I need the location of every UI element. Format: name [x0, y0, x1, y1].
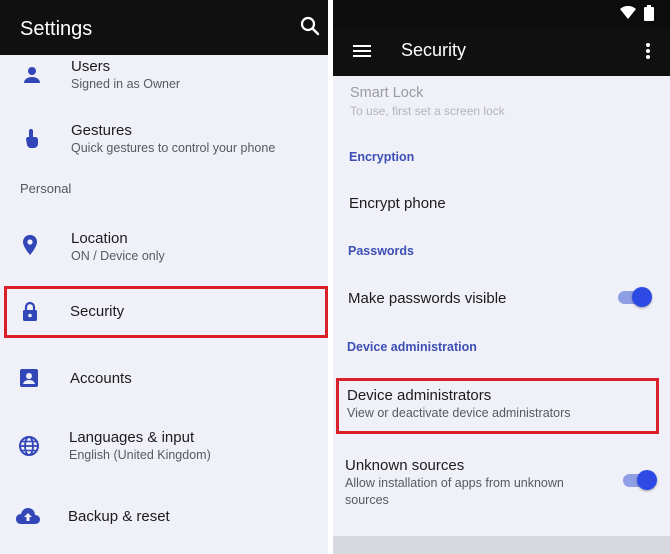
settings-item-title: Encrypt phone	[349, 195, 446, 212]
settings-item-subtitle: Quick gestures to control your phone	[71, 141, 276, 155]
bottom-divider	[333, 536, 670, 554]
settings-item-accounts[interactable]: Accounts	[0, 356, 328, 400]
security-panel: Security Smart Lock To use, first set a …	[333, 0, 670, 554]
account-box-icon	[17, 366, 41, 390]
wifi-icon	[620, 5, 636, 25]
more-vert-icon[interactable]	[644, 40, 652, 62]
toggle-thumb	[632, 287, 652, 307]
settings-item-subtitle: Signed in as Owner	[71, 77, 181, 91]
settings-item-device-administrators[interactable]: Device administrators View or deactivate…	[333, 381, 670, 433]
settings-item-title: Device administrators	[347, 387, 492, 404]
settings-item-title: Accounts	[70, 370, 132, 387]
settings-item-subtitle: English (United Kingdom)	[69, 448, 211, 462]
globe-icon	[17, 434, 41, 458]
category-header-encryption: Encryption	[349, 150, 415, 164]
settings-item-encrypt-phone[interactable]: Encrypt phone	[333, 184, 670, 224]
settings-item-title: Security	[70, 303, 125, 320]
category-header-device-administration: Device administration	[347, 340, 477, 354]
settings-item-security[interactable]: Security	[0, 288, 328, 336]
battery-icon	[644, 5, 654, 26]
toggle-thumb	[637, 470, 657, 490]
person-icon	[20, 63, 44, 87]
settings-item-title: Make passwords visible	[348, 290, 507, 307]
status-bar	[333, 0, 670, 28]
settings-item-subtitle: ON / Device only	[71, 249, 165, 263]
settings-item-unknown-sources[interactable]: Unknown sources Allow installation of ap…	[333, 452, 670, 516]
settings-item-title: Smart Lock	[350, 85, 424, 101]
unknown-sources-toggle[interactable]	[621, 468, 657, 492]
location-pin-icon	[18, 233, 42, 257]
section-header-personal: Personal	[20, 181, 72, 196]
settings-item-gestures[interactable]: Gestures Quick gestures to control your …	[0, 114, 328, 166]
settings-item-title: Gestures	[71, 122, 132, 139]
settings-item-subtitle: View or deactivate device administrators	[347, 406, 571, 420]
settings-item-title: Unknown sources	[345, 457, 465, 474]
page-title: Settings	[20, 18, 93, 40]
settings-item-subtitle: Allow installation of apps from unknown	[345, 476, 564, 490]
settings-item-backup[interactable]: Backup & reset	[0, 495, 328, 539]
settings-item-languages[interactable]: Languages & input English (United Kingdo…	[0, 422, 328, 474]
settings-app-bar: Settings	[0, 0, 328, 55]
settings-item-subtitle-line2: sources	[345, 493, 389, 507]
settings-item-title: Users	[71, 58, 111, 75]
settings-item-title: Languages & input	[69, 429, 195, 446]
settings-item-users[interactable]: Users Signed in as Owner	[0, 55, 328, 107]
category-header-passwords: Passwords	[348, 244, 415, 258]
cloud-upload-icon	[15, 505, 40, 529]
gesture-hand-icon	[20, 126, 44, 150]
hamburger-menu-icon[interactable]	[351, 40, 373, 62]
security-app-bar: Security	[333, 28, 670, 76]
lock-icon	[18, 300, 42, 324]
passwords-visible-toggle[interactable]	[616, 285, 652, 309]
settings-item-smart-lock: Smart Lock To use, first set a screen lo…	[333, 80, 670, 124]
settings-item-subtitle: To use, first set a screen lock	[350, 104, 505, 118]
page-title: Security	[401, 40, 467, 60]
search-icon[interactable]	[298, 14, 322, 38]
settings-item-make-passwords-visible[interactable]: Make passwords visible	[333, 278, 670, 318]
settings-panel: Settings Users Signed in as Owner Gestur…	[0, 0, 328, 554]
settings-item-title: Backup & reset	[68, 508, 170, 525]
settings-item-location[interactable]: Location ON / Device only	[0, 222, 328, 274]
settings-item-title: Location	[71, 230, 128, 247]
